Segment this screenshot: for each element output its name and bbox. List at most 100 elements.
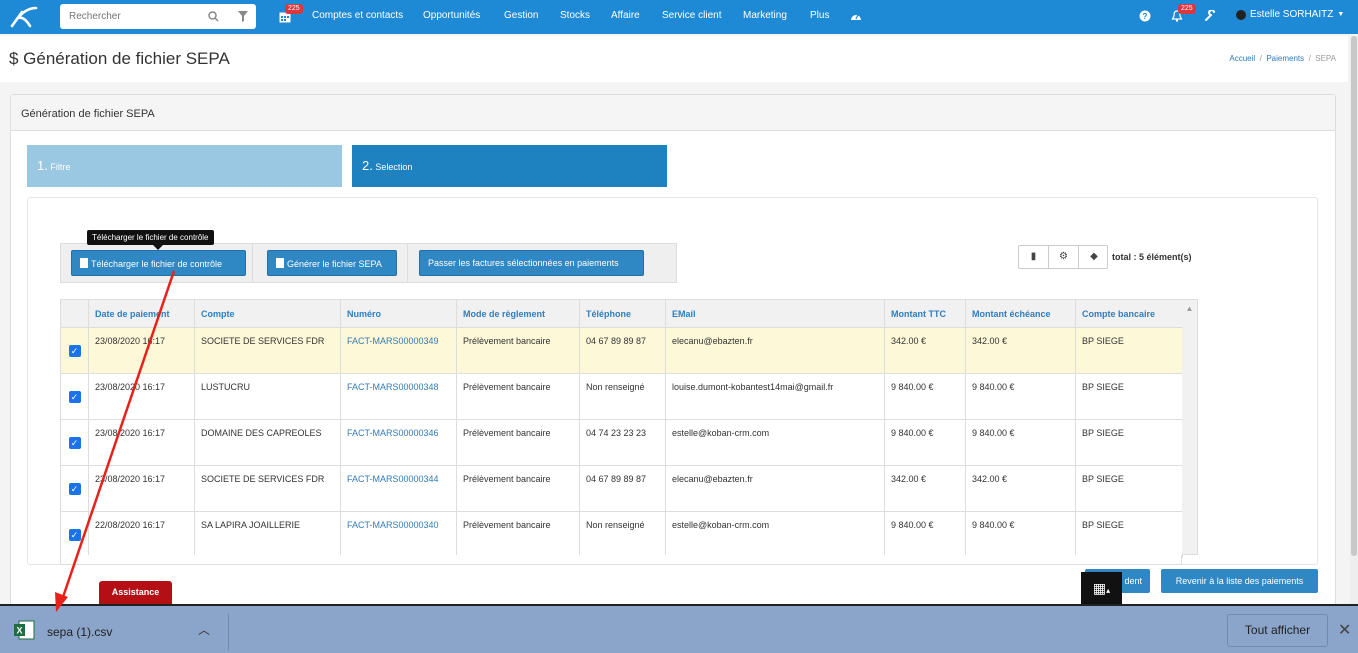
breadcrumb-sepa: SEPA	[1315, 54, 1336, 63]
column-header[interactable]: EMail	[665, 299, 885, 328]
table-cell: DOMAINE DES CAPREOLES	[194, 419, 341, 466]
step-number: 2.	[362, 158, 373, 173]
table-cell: elecanu@ebazten.fr	[665, 465, 885, 512]
copy-icon[interactable]: ▮	[1019, 246, 1049, 268]
settings-icon[interactable]: ⚙	[1049, 246, 1079, 268]
step-label: Filtre	[50, 162, 71, 172]
table-cell: BP SIEGE	[1075, 511, 1183, 558]
table-cell: 04 67 89 89 87	[579, 327, 666, 374]
table-cell[interactable]: FACT-MARS00000340	[340, 511, 457, 558]
back-to-payments-button[interactable]: Revenir à la liste des paiements	[1161, 569, 1318, 593]
step-filtre[interactable]: 1. Filtre	[27, 145, 342, 187]
column-header[interactable]: Compte	[194, 299, 341, 328]
column-header[interactable]: Compte bancaire	[1075, 299, 1183, 328]
chevron-up-icon[interactable]: ︿	[198, 621, 210, 638]
row-checkbox[interactable]: ✓	[68, 390, 81, 403]
column-header[interactable]: Mode de règlement	[456, 299, 580, 328]
table-cell: 9 840.00 €	[965, 419, 1076, 466]
show-all-button[interactable]: Tout afficher	[1227, 614, 1328, 647]
table-cell: Non renseigné	[579, 511, 666, 558]
koban-logo[interactable]	[8, 4, 40, 30]
table-cell: BP SIEGE	[1075, 465, 1183, 512]
nav-service-client[interactable]: Service client	[662, 10, 721, 21]
column-header[interactable]: Numéro	[340, 299, 457, 328]
column-header[interactable]: Téléphone	[579, 299, 666, 328]
table-cell[interactable]: FACT-MARS00000348	[340, 373, 457, 420]
user-menu[interactable]: Estelle SORHAITZ ▼	[1236, 9, 1344, 20]
svg-text:X: X	[16, 626, 22, 636]
table-cell: 9 840.00 €	[965, 511, 1076, 558]
search-input[interactable]	[60, 4, 200, 29]
table-cell: 23/08/2020 16:17	[88, 373, 195, 420]
table-cell: BP SIEGE	[1075, 419, 1183, 466]
table-cell: elecanu@ebazten.fr	[665, 327, 885, 374]
chevron-up-icon: ▴	[1106, 586, 1111, 595]
table-row[interactable]: ✓ 23/08/2020 16:17 SOCIETE DE SERVICES FDR…	[60, 465, 1183, 512]
box-icon[interactable]: ◆	[1079, 246, 1109, 268]
table-cell: Prélèvement bancaire	[456, 373, 580, 420]
table-row[interactable]: ✓ 23/08/2020 16:17 DOMAINE DES CAPREOLES FA…	[60, 419, 1183, 466]
table-cell: 342.00 €	[965, 327, 1076, 374]
dashboard-icon[interactable]	[850, 11, 862, 22]
pass-invoices-to-payments-button[interactable]: Passer les factures sélectionnées en pai…	[419, 250, 644, 276]
close-icon[interactable]: ✕	[1338, 620, 1351, 640]
assistance-tab[interactable]: Assistance	[99, 581, 172, 604]
table-header-row: Date de paiement Compte Numéro Mode de r…	[60, 299, 1183, 328]
total-count: total : 5 élément(s)	[1112, 252, 1192, 262]
breadcrumb-paiements[interactable]: Paiements	[1266, 54, 1304, 63]
table-cell: SOCIETE DE SERVICES FDR	[194, 327, 341, 374]
table-cell: 9 840.00 €	[884, 419, 966, 466]
table-cell: estelle@koban-crm.com	[665, 511, 885, 558]
nav-plus[interactable]: Plus	[810, 10, 829, 21]
column-header[interactable]: Montant TTC	[884, 299, 966, 328]
table-cell: 04 74 23 23 23	[579, 419, 666, 466]
help-icon[interactable]: ?	[1139, 10, 1151, 22]
tooltip: Télécharger le fichier de contrôle	[87, 230, 214, 250]
table-cell: Prélèvement bancaire	[456, 465, 580, 512]
table-cell: 23/08/2020 16:17	[88, 419, 195, 466]
breadcrumb-accueil[interactable]: Accueil	[1229, 54, 1255, 63]
table-cell: 23/08/2020 16:17	[88, 465, 195, 512]
nav-comptes-contacts[interactable]: Comptes et contacts	[312, 10, 403, 21]
row-checkbox[interactable]: ✓	[68, 344, 81, 357]
table-scrollbar[interactable]: ▲	[1182, 299, 1198, 555]
table-cell: estelle@koban-crm.com	[665, 419, 885, 466]
row-checkbox[interactable]: ✓	[68, 482, 81, 495]
column-header[interactable]: Montant échéance	[965, 299, 1076, 328]
wrench-icon[interactable]	[1205, 10, 1216, 21]
table-cell: Prélèvement bancaire	[456, 419, 580, 466]
row-checkbox[interactable]: ✓	[68, 436, 81, 449]
table-cell: Prélèvement bancaire	[456, 511, 580, 558]
table-row[interactable]: ✓ 22/08/2020 16:17 SA LAPIRA JOAILLERIE FAC…	[60, 511, 1183, 558]
step-selection[interactable]: 2. Selection	[352, 145, 667, 187]
table-cell[interactable]: FACT-MARS00000349	[340, 327, 457, 374]
table-cell: BP SIEGE	[1075, 327, 1183, 374]
calendar-float-button[interactable]: ▦▴	[1081, 572, 1122, 604]
search-icon[interactable]	[208, 11, 219, 22]
table-cell: SOCIETE DE SERVICES FDR	[194, 465, 341, 512]
nav-stocks[interactable]: Stocks	[560, 10, 590, 21]
selection-area: Télécharger le fichier de contrôle Génér…	[27, 197, 1318, 565]
filter-icon[interactable]	[238, 11, 248, 22]
table-cell: 9 840.00 €	[965, 373, 1076, 420]
download-control-file-button[interactable]: Télécharger le fichier de contrôle	[71, 250, 246, 276]
row-checkbox[interactable]: ✓	[68, 528, 81, 541]
excel-file-icon: X	[14, 620, 35, 640]
table-row[interactable]: ✓ 23/08/2020 16:17 SOCIETE DE SERVICES FDR…	[60, 327, 1183, 374]
column-header[interactable]: Date de paiement	[88, 299, 195, 328]
table-row[interactable]: ✓ 23/08/2020 16:17 LUSTUCRU FACT-MARS000003…	[60, 373, 1183, 420]
nav-opportunites[interactable]: Opportunités	[423, 10, 480, 21]
download-file-name[interactable]: sepa (1).csv	[47, 625, 112, 639]
page-header: $ Génération de fichier SEPA Accueil / P…	[0, 36, 1348, 82]
file-icon	[276, 258, 284, 268]
notification-badge: 225	[1178, 4, 1196, 14]
table-cell: 342.00 €	[884, 465, 966, 512]
generate-sepa-button[interactable]: Générer le fichier SEPA	[267, 250, 397, 276]
nav-gestion[interactable]: Gestion	[504, 10, 538, 21]
nav-marketing[interactable]: Marketing	[743, 10, 787, 21]
nav-affaire[interactable]: Affaire	[611, 10, 640, 21]
table-cell[interactable]: FACT-MARS00000344	[340, 465, 457, 512]
table-cell: Prélèvement bancaire	[456, 327, 580, 374]
page-scrollbar[interactable]	[1350, 36, 1358, 604]
table-cell[interactable]: FACT-MARS00000346	[340, 419, 457, 466]
